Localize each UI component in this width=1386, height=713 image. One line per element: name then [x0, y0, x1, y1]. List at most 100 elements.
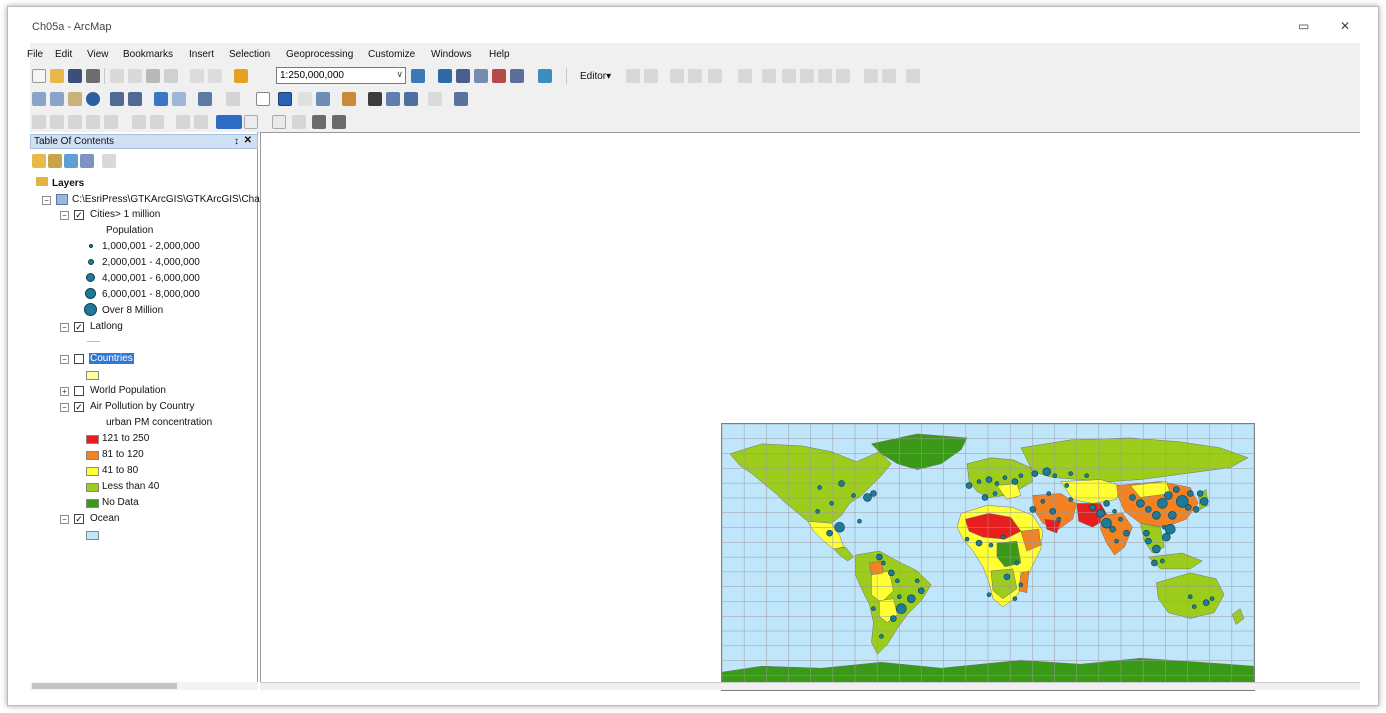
- layout-zoom-out-icon[interactable]: [50, 115, 64, 129]
- air-pollution-layer-name[interactable]: Air Pollution by Country: [90, 401, 195, 412]
- menu-selection[interactable]: Selection: [229, 49, 270, 60]
- back-layout-icon[interactable]: [176, 115, 190, 129]
- menu-customize[interactable]: Customize: [368, 49, 415, 60]
- list-by-source-icon[interactable]: [48, 154, 62, 168]
- zoom-whole-page-icon[interactable]: [86, 115, 100, 129]
- find-route-icon[interactable]: [386, 92, 400, 106]
- options-icon[interactable]: [102, 154, 116, 168]
- zoom-percent-control[interactable]: [216, 115, 242, 129]
- expand-toggle[interactable]: −: [60, 403, 69, 412]
- model-builder-icon[interactable]: [538, 69, 552, 83]
- hyperlink-icon[interactable]: [298, 92, 312, 106]
- measure-icon[interactable]: [342, 92, 356, 106]
- scroll-thumb[interactable]: [32, 683, 177, 689]
- create-viewer-icon[interactable]: [454, 92, 468, 106]
- menu-geoprocessing[interactable]: Geoprocessing: [286, 49, 353, 60]
- world-map[interactable]: [721, 423, 1255, 691]
- world-population-visibility-checkbox[interactable]: [74, 386, 84, 396]
- undo-icon[interactable]: [190, 69, 204, 83]
- copy-icon[interactable]: [128, 69, 142, 83]
- list-by-selection-icon[interactable]: [80, 154, 94, 168]
- cut-polygons-icon[interactable]: [782, 69, 796, 83]
- layout-zoom-in-icon[interactable]: [32, 115, 46, 129]
- toc-horizontal-scrollbar[interactable]: [30, 682, 258, 690]
- menu-file[interactable]: File: [27, 49, 43, 60]
- list-by-drawing-order-icon[interactable]: [32, 154, 46, 168]
- end-point-arc-icon[interactable]: [688, 69, 702, 83]
- cities-layer-name[interactable]: Cities> 1 million: [90, 209, 160, 220]
- cut-icon[interactable]: [110, 69, 124, 83]
- fixed-layout-zoom-out-icon[interactable]: [150, 115, 164, 129]
- editor-toolbar-icon[interactable]: [411, 69, 425, 83]
- countries-visibility-checkbox[interactable]: [74, 354, 84, 364]
- split-icon[interactable]: [800, 69, 814, 83]
- forward-layout-icon[interactable]: [194, 115, 208, 129]
- fixed-zoom-in-icon[interactable]: [110, 92, 124, 106]
- fixed-layout-zoom-icon[interactable]: [132, 115, 146, 129]
- layout-icon[interactable]: [438, 69, 452, 83]
- sketch-properties-icon[interactable]: [882, 69, 896, 83]
- latlong-visibility-checkbox[interactable]: ✓: [74, 322, 84, 332]
- identify-icon[interactable]: [278, 92, 292, 106]
- find-icon[interactable]: [368, 92, 382, 106]
- expand-toggle[interactable]: −: [60, 323, 69, 332]
- arctoolbox-icon[interactable]: [492, 69, 506, 83]
- ocean-visibility-checkbox[interactable]: ✓: [74, 514, 84, 524]
- edit-vertices-icon[interactable]: [738, 69, 752, 83]
- construction-tools-icon[interactable]: [708, 69, 722, 83]
- menu-insert[interactable]: Insert: [189, 49, 214, 60]
- list-by-visibility-icon[interactable]: [64, 154, 78, 168]
- attributes-icon[interactable]: [864, 69, 878, 83]
- menu-bookmarks[interactable]: Bookmarks: [123, 49, 173, 60]
- chevron-down-icon[interactable]: [244, 115, 258, 129]
- save-icon[interactable]: [68, 69, 82, 83]
- edit-tool-icon[interactable]: [626, 69, 640, 83]
- select-features-icon[interactable]: [198, 92, 212, 106]
- menu-edit[interactable]: Edit: [55, 49, 72, 60]
- expand-toggle[interactable]: −: [60, 211, 69, 220]
- chevron-down-icon[interactable]: ∨: [396, 69, 403, 80]
- add-data-icon[interactable]: [234, 69, 248, 83]
- cities-visibility-checkbox[interactable]: ✓: [74, 210, 84, 220]
- go-to-xy-icon[interactable]: [404, 92, 418, 106]
- rotate-icon[interactable]: [818, 69, 832, 83]
- zoom-100-icon[interactable]: [104, 115, 118, 129]
- delete-icon[interactable]: [164, 69, 178, 83]
- select-elements-icon[interactable]: [256, 92, 270, 106]
- pan-icon[interactable]: [68, 92, 82, 106]
- sketch-icon[interactable]: [836, 69, 850, 83]
- countries-layer-name[interactable]: Countries: [89, 353, 134, 364]
- html-popup-icon[interactable]: [316, 92, 330, 106]
- map-scale-box[interactable]: 1:250,000,000 ∨: [276, 67, 406, 84]
- open-icon[interactable]: [50, 69, 64, 83]
- editor-menu[interactable]: Editor▾: [580, 71, 611, 82]
- close-icon[interactable]: ✕: [244, 135, 252, 146]
- edit-annotation-icon[interactable]: [644, 69, 658, 83]
- redo-icon[interactable]: [208, 69, 222, 83]
- paste-icon[interactable]: [146, 69, 160, 83]
- latlong-layer-name[interactable]: Latlong: [90, 321, 123, 332]
- zoom-in-icon[interactable]: [32, 92, 46, 106]
- fixed-zoom-out-icon[interactable]: [128, 92, 142, 106]
- layout-pan-icon[interactable]: [68, 115, 82, 129]
- time-slider-icon[interactable]: [428, 92, 442, 106]
- close-window-button[interactable]: ✕: [1340, 19, 1350, 33]
- menu-windows[interactable]: Windows: [431, 49, 472, 60]
- map-horizontal-scrollbar[interactable]: [260, 682, 1360, 690]
- change-layout-icon[interactable]: [312, 115, 326, 129]
- print-icon[interactable]: [86, 69, 100, 83]
- air-pollution-visibility-checkbox[interactable]: ✓: [74, 402, 84, 412]
- map-display[interactable]: [260, 132, 1360, 691]
- expand-toggle[interactable]: −: [60, 355, 69, 364]
- catalog-icon[interactable]: [456, 69, 470, 83]
- forward-extent-icon[interactable]: [172, 92, 186, 106]
- focus-data-frame-icon[interactable]: [292, 115, 306, 129]
- layers-dataframe[interactable]: Layers: [36, 177, 84, 189]
- maximize-button[interactable]: ▭: [1298, 19, 1309, 33]
- expand-toggle[interactable]: −: [60, 515, 69, 524]
- python-window-icon[interactable]: [510, 69, 524, 83]
- expand-toggle[interactable]: −: [42, 196, 51, 205]
- expand-toggle[interactable]: +: [60, 387, 69, 396]
- create-features-icon[interactable]: [906, 69, 920, 83]
- reshape-icon[interactable]: [762, 69, 776, 83]
